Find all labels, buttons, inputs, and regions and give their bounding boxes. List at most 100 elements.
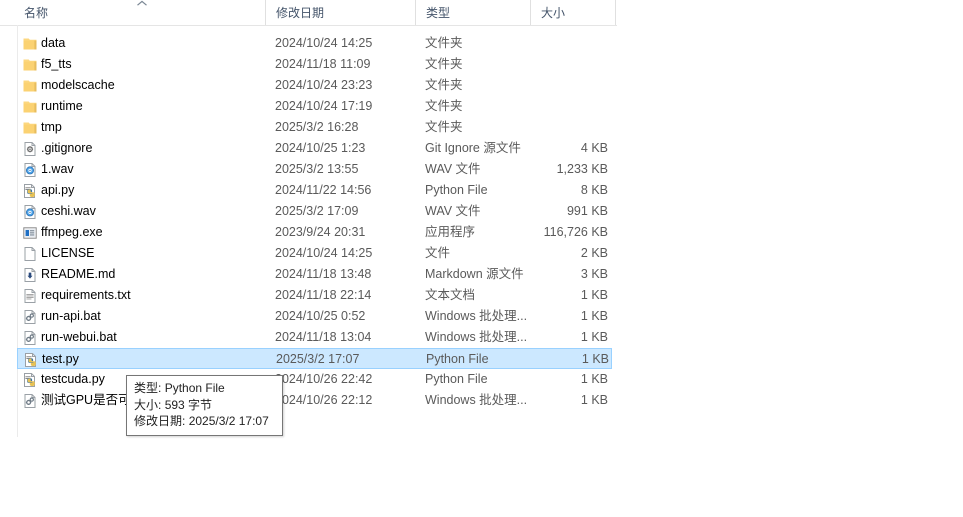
tooltip-line-value: 2025/3/2 17:07 bbox=[188, 414, 269, 428]
file-size-cell bbox=[515, 33, 610, 54]
sort-ascending-icon bbox=[136, 0, 148, 8]
table-row[interactable]: 测试GPU是否可用 2024/10/26 22:12 Windows 批处理... 1… bbox=[0, 390, 617, 411]
tooltip-line-key: 大小: bbox=[134, 397, 162, 412]
date-modified-cell: 2024/10/25 0:52 bbox=[275, 309, 366, 323]
file-name-cell: .gitignore bbox=[41, 141, 93, 155]
column-header-end-divider bbox=[615, 0, 626, 25]
file-name-cell: run-webui.bat bbox=[41, 330, 117, 344]
file-list: data 2024/10/24 14:25 文件夹 f5_tts 2024/11/18 … bbox=[0, 33, 617, 411]
date-modified-cell: 2025/3/2 13:55 bbox=[275, 162, 359, 176]
file-size-cell: 1 KB bbox=[580, 372, 608, 386]
folder-icon bbox=[22, 36, 38, 52]
column-header-bar: 名称 修改日期 类型 大小 bbox=[0, 0, 617, 26]
file-size-cell bbox=[515, 96, 610, 117]
date-modified-cell: 2024/11/22 14:56 bbox=[275, 183, 372, 197]
file-size-cell bbox=[515, 54, 610, 75]
table-row[interactable]: testcuda.py 2024/10/26 22:42 Python File 1 … bbox=[0, 369, 617, 390]
text-file-icon bbox=[22, 288, 38, 304]
file-name-cell: runtime bbox=[41, 99, 83, 113]
python-file-icon bbox=[23, 352, 39, 368]
table-row[interactable]: ceshi.wav 2025/3/2 17:09 WAV 文件 991 KB bbox=[0, 201, 617, 222]
markdown-file-icon bbox=[22, 267, 38, 283]
table-row[interactable]: modelscache 2024/10/24 23:23 文件夹 bbox=[0, 75, 617, 96]
table-row-content: api.py 2024/11/22 14:56 Python File 8 KB bbox=[17, 180, 612, 201]
folder-icon bbox=[22, 78, 38, 94]
table-row-content: requirements.txt 2024/11/18 22:14 文本文档 1 KB bbox=[17, 285, 612, 306]
table-row[interactable]: f5_tts 2024/11/18 11:09 文件夹 bbox=[0, 54, 617, 75]
date-modified-cell: 2023/9/24 20:31 bbox=[275, 225, 366, 239]
folder-icon bbox=[22, 120, 38, 136]
file-size-cell: 1 KB bbox=[580, 309, 608, 323]
file-name-cell: run-api.bat bbox=[41, 309, 101, 323]
file-size-cell: 1 KB bbox=[580, 393, 608, 407]
file-name-cell: README.md bbox=[41, 267, 116, 281]
file-size-cell: 991 KB bbox=[566, 204, 608, 218]
file-name-cell: api.py bbox=[41, 183, 75, 197]
date-modified-cell: 2025/3/2 17:07 bbox=[276, 352, 360, 366]
column-header-size[interactable]: 大小 bbox=[530, 0, 615, 25]
column-header-date-modified[interactable]: 修改日期 bbox=[265, 0, 415, 25]
date-modified-cell: 2024/10/24 23:23 bbox=[275, 78, 373, 92]
wav-audio-icon bbox=[22, 204, 38, 220]
table-row[interactable]: .gitignore 2024/10/25 1:23 Git Ignore 源文件 4… bbox=[0, 138, 617, 159]
file-size-cell: 3 KB bbox=[580, 267, 608, 281]
date-modified-cell: 2024/10/24 17:19 bbox=[275, 99, 373, 113]
file-size-cell: 1 KB bbox=[580, 330, 608, 344]
folder-icon bbox=[22, 57, 38, 73]
python-file-icon bbox=[22, 372, 38, 388]
batch-file-icon bbox=[22, 393, 38, 409]
table-row[interactable]: run-webui.bat 2024/11/18 13:04 Windows 批处理… bbox=[0, 327, 617, 348]
date-modified-cell: 2024/10/26 22:12 bbox=[275, 393, 373, 407]
application-icon bbox=[22, 225, 38, 241]
table-row[interactable]: run-api.bat 2024/10/25 0:52 Windows 批处理...… bbox=[0, 306, 617, 327]
file-size-cell bbox=[515, 75, 610, 96]
table-row-content: 1.wav 2025/3/2 13:55 WAV 文件 1,233 KB bbox=[17, 159, 612, 180]
table-row[interactable]: runtime 2024/10/24 17:19 文件夹 bbox=[0, 96, 617, 117]
table-row-content: 测试GPU是否可用 2024/10/26 22:12 Windows 批处理... 1… bbox=[17, 390, 612, 411]
file-name-cell: ffmpeg.exe bbox=[41, 225, 103, 239]
file-name-cell: ceshi.wav bbox=[41, 204, 96, 218]
column-header-type[interactable]: 类型 bbox=[415, 0, 530, 25]
file-explorer-list-view: 名称 修改日期 类型 大小 data 2024/10/24 14:25 文件夹 f5_… bbox=[0, 0, 617, 517]
file-name-cell: f5_tts bbox=[41, 57, 72, 71]
table-row[interactable]: LICENSE 2024/10/24 14:25 文件 2 KB bbox=[0, 243, 617, 264]
file-name-cell: data bbox=[41, 36, 66, 50]
table-row-content: ceshi.wav 2025/3/2 17:09 WAV 文件 991 KB bbox=[17, 201, 612, 222]
file-size-cell: 1 KB bbox=[581, 352, 609, 366]
table-row[interactable]: data 2024/10/24 14:25 文件夹 bbox=[0, 33, 617, 54]
column-header-date-modified-label: 修改日期 bbox=[276, 6, 325, 20]
table-row-content: run-api.bat 2024/10/25 0:52 Windows 批处理...… bbox=[17, 306, 612, 327]
file-size-cell: 116,726 KB bbox=[543, 225, 608, 239]
table-row[interactable]: api.py 2024/11/22 14:56 Python File 8 KB bbox=[0, 180, 617, 201]
column-header-size-label: 大小 bbox=[541, 6, 566, 20]
table-row[interactable]: ffmpeg.exe 2023/9/24 20:31 应用程序 116,726 KB bbox=[0, 222, 617, 243]
table-row[interactable]: requirements.txt 2024/11/18 22:14 文本文档 1 KB bbox=[0, 285, 617, 306]
batch-file-icon bbox=[22, 309, 38, 325]
table-row-content: data 2024/10/24 14:25 文件夹 bbox=[17, 33, 612, 54]
tooltip-line-value: 593 字节 bbox=[164, 397, 213, 412]
table-row-content: LICENSE 2024/10/24 14:25 文件 2 KB bbox=[17, 243, 612, 264]
file-name-cell: 1.wav bbox=[41, 162, 74, 176]
table-row-content: tmp 2025/3/2 16:28 文件夹 bbox=[17, 117, 612, 138]
column-header-type-label: 类型 bbox=[426, 6, 451, 20]
file-name-cell: modelscache bbox=[41, 78, 115, 92]
date-modified-cell: 2024/11/18 13:04 bbox=[275, 330, 372, 344]
date-modified-cell: 2025/3/2 16:28 bbox=[275, 120, 359, 134]
file-size-cell: 2 KB bbox=[580, 246, 608, 260]
gitignore-icon bbox=[22, 141, 38, 157]
table-row-content: testcuda.py 2024/10/26 22:42 Python File 1 … bbox=[17, 369, 612, 390]
tooltip-line-value: Python File bbox=[164, 381, 225, 395]
file-size-cell: 4 KB bbox=[580, 141, 608, 155]
table-row-content: .gitignore 2024/10/25 1:23 Git Ignore 源文件 4… bbox=[17, 138, 612, 159]
table-row-content: README.md 2024/11/18 13:48 Markdown 源文件 3 K… bbox=[17, 264, 612, 285]
table-row[interactable]: tmp 2025/3/2 16:28 文件夹 bbox=[0, 117, 617, 138]
table-row[interactable]: README.md 2024/11/18 13:48 Markdown 源文件 3 K… bbox=[0, 264, 617, 285]
table-row-content: f5_tts 2024/11/18 11:09 文件夹 bbox=[17, 54, 612, 75]
tooltip-line-key: 修改日期: bbox=[134, 414, 186, 428]
tooltip-line: 大小: 593 字节 bbox=[134, 397, 276, 414]
file-name-cell: LICENSE bbox=[41, 246, 95, 260]
table-row[interactable]: test.py 2025/3/2 17:07 Python File 1 KB bbox=[0, 348, 617, 369]
date-modified-cell: 2024/11/18 22:14 bbox=[275, 288, 372, 302]
table-row-content: ffmpeg.exe 2023/9/24 20:31 应用程序 116,726 KB bbox=[17, 222, 612, 243]
table-row[interactable]: 1.wav 2025/3/2 13:55 WAV 文件 1,233 KB bbox=[0, 159, 617, 180]
